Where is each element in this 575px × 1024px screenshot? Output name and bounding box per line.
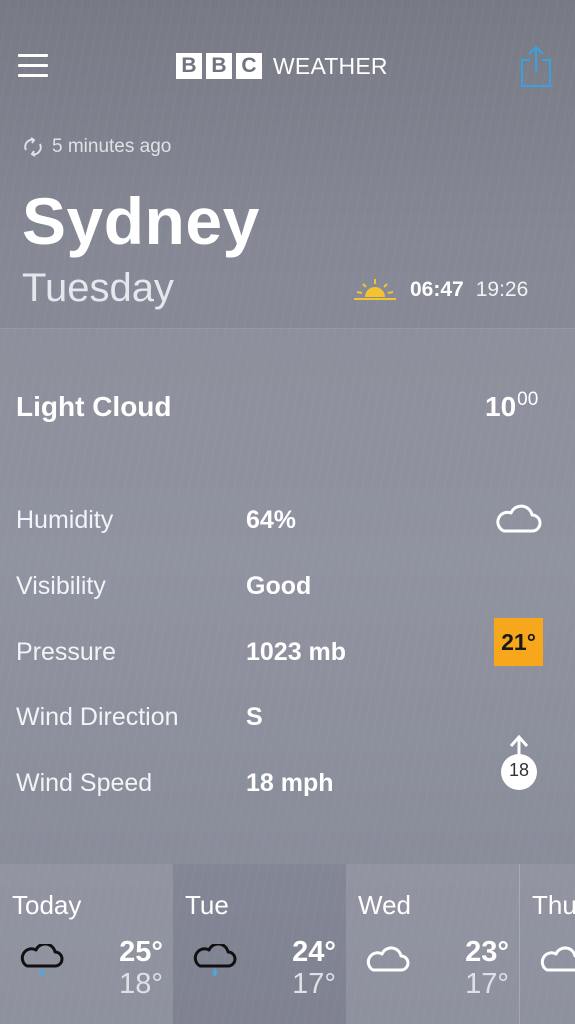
- forecast-strip[interactable]: Today 25° 18° Tue 24° 17° Wed 23° 17° Th…: [0, 864, 575, 1024]
- forecast-min: 17°: [465, 968, 509, 1000]
- visibility-value: Good: [246, 572, 312, 600]
- cloud-icon: [494, 504, 542, 539]
- wind-speed-badge-value: 18: [508, 760, 530, 780]
- wind-direction-label: Wind Direction: [16, 703, 179, 731]
- pressure-label: Pressure: [16, 638, 117, 666]
- forecast-day-label: Tue: [185, 890, 229, 920]
- forecast-day-wed[interactable]: Wed 23° 17°: [346, 864, 520, 1024]
- forecast-day-thu[interactable]: Thu: [520, 864, 575, 1024]
- cloud-icon: [540, 946, 575, 972]
- hamburger-menu-icon[interactable]: [18, 54, 48, 78]
- wind-arrow-badge: 18: [498, 734, 540, 797]
- light-rain-icon: [20, 944, 64, 976]
- city-name: Sydney: [22, 184, 260, 258]
- logo-word: WEATHER: [273, 52, 388, 79]
- forecast-max: 25°: [119, 936, 163, 968]
- updated-text: 5 minutes ago: [52, 136, 172, 157]
- sunrise-time: 06:47: [410, 278, 464, 301]
- visibility-label: Visibility: [16, 572, 106, 600]
- time-hour: 10: [485, 391, 517, 422]
- sunset-time: 19:26: [475, 278, 529, 301]
- forecast-day-label: Today: [12, 890, 82, 920]
- light-rain-icon: [193, 944, 237, 976]
- humidity-label: Humidity: [16, 506, 114, 534]
- wind-direction-value: S: [246, 703, 263, 731]
- forecast-max: 24°: [292, 936, 336, 968]
- sun-times: 06:47 19:26: [352, 278, 528, 302]
- forecast-time: 1000: [485, 389, 539, 423]
- forecast-day-label: Thu: [532, 890, 575, 920]
- wind-speed-value: 18 mph: [246, 769, 334, 797]
- pressure-value: 1023 mb: [246, 638, 347, 666]
- logo-letter-b1: B: [176, 53, 202, 79]
- condition-text: Light Cloud: [16, 391, 172, 422]
- logo-letter-b2: B: [206, 53, 232, 79]
- sunrise-icon: [354, 279, 396, 300]
- temperature-badge: 21°: [494, 618, 543, 666]
- logo-letter-c: C: [236, 53, 262, 79]
- day-name: Tuesday: [22, 266, 174, 310]
- cloud-icon: [366, 946, 410, 972]
- time-minute: 00: [517, 389, 539, 410]
- bbc-weather-logo: B B C WEATHER: [176, 52, 388, 80]
- forecast-day-today[interactable]: Today 25° 18°: [0, 864, 173, 1024]
- refresh-icon[interactable]: [22, 137, 44, 157]
- last-updated: 5 minutes ago: [22, 136, 171, 158]
- wind-speed-label: Wind Speed: [16, 769, 153, 797]
- share-icon[interactable]: [519, 44, 553, 88]
- forecast-max: 23°: [465, 936, 509, 968]
- forecast-min: 17°: [292, 968, 336, 1000]
- forecast-day-label: Wed: [358, 890, 411, 920]
- forecast-min: 18°: [119, 968, 163, 1000]
- humidity-value: 64%: [246, 506, 297, 534]
- forecast-day-tue[interactable]: Tue 24° 17°: [173, 864, 346, 1024]
